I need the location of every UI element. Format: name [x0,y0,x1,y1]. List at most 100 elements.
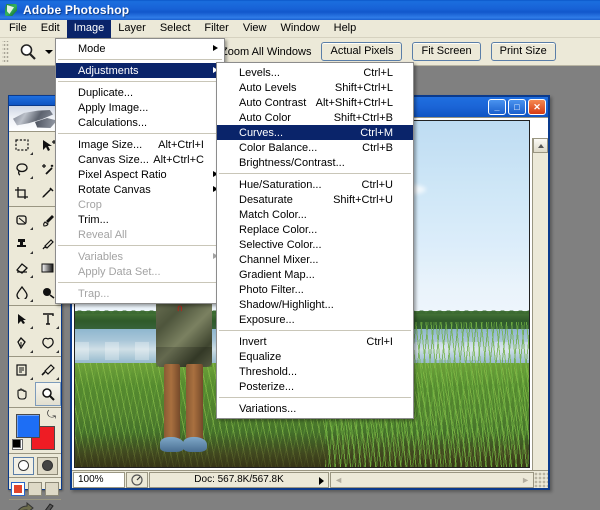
scroll-up-arrow-icon[interactable] [533,138,548,153]
eyedropper-icon[interactable] [35,358,61,382]
menu-item-accelerator: Ctrl+U [361,178,393,191]
menu-item-label: Levels... [239,66,280,79]
fit-screen-button[interactable]: Fit Screen [412,42,481,61]
triangle-right-icon[interactable] [319,476,325,485]
type-icon[interactable] [35,307,61,331]
default-colors-icon[interactable] [12,439,23,450]
menu-item-trim[interactable]: Trim... [56,212,224,227]
menu-item-label: Equalize [239,350,282,363]
menu-item-apply-image[interactable]: Apply Image... [56,100,224,115]
hand-icon[interactable] [9,382,35,406]
preview-thumbnail-icon[interactable] [126,471,148,488]
menu-layer[interactable]: Layer [111,20,153,38]
menu-item-channel-mixer[interactable]: Channel Mixer... [217,252,413,267]
menu-item-selective-color[interactable]: Selective Color... [217,237,413,252]
menu-help[interactable]: Help [327,20,364,38]
menu-item-accelerator: Ctrl+M [360,126,393,139]
imageready-icon[interactable] [39,502,55,510]
menu-image[interactable]: Image [66,19,112,38]
menu-item-label: Posterize... [239,380,295,393]
jump-to-imageready-icon[interactable] [15,501,35,510]
vertical-scrollbar[interactable] [532,138,548,472]
healing-brush-icon[interactable] [9,208,35,232]
crop-icon[interactable] [9,181,35,205]
notes-icon[interactable] [9,358,35,382]
print-size-button[interactable]: Print Size [490,42,556,61]
quick-mask-mode-icon[interactable] [36,456,58,475]
menu-item-gradient-map[interactable]: Gradient Map... [217,267,413,282]
shape-custom-icon[interactable] [35,331,61,355]
menu-select[interactable]: Select [153,20,198,38]
menu-item-exposure[interactable]: Exposure... [217,312,413,327]
standard-screen-mode-icon[interactable] [11,481,25,496]
maximize-button[interactable]: □ [508,99,526,115]
menu-item-match-color[interactable]: Match Color... [217,207,413,222]
menu-item-calculations[interactable]: Calculations... [56,115,224,130]
swap-colors-icon[interactable]: ⤿ [47,410,56,421]
zoom-magnifier-icon[interactable] [35,382,61,406]
clone-stamp-icon[interactable] [9,232,35,256]
menu-item-auto-levels[interactable]: Auto Levels Shift+Ctrl+L [217,80,413,95]
scroll-left-arrow-icon[interactable]: ◄ [334,475,343,485]
flyout-triangle-icon [30,251,33,254]
minimize-button[interactable]: _ [488,99,506,115]
menu-item-pixel-aspect-ratio[interactable]: Pixel Aspect Ratio [56,167,224,182]
pen-icon[interactable] [9,331,35,355]
menu-window[interactable]: Window [274,20,327,38]
menu-item-accelerator: Ctrl+I [366,335,393,348]
menu-item-curves[interactable]: Curves... Ctrl+M [217,125,413,140]
full-screen-with-menubar-icon[interactable] [28,481,42,496]
marquee-rectangular-icon[interactable] [9,133,35,157]
menu-item-photo-filter[interactable]: Photo Filter... [217,282,413,297]
menu-item-replace-color[interactable]: Replace Color... [217,222,413,237]
menu-item-color-balance[interactable]: Color Balance... Ctrl+B [217,140,413,155]
menu-item-image-size[interactable]: Image Size... Alt+Ctrl+I [56,137,224,152]
menu-item-crop: Crop [56,197,224,212]
menu-item-duplicate[interactable]: Duplicate... [56,85,224,100]
menu-item-auto-contrast[interactable]: Auto Contrast Alt+Shift+Ctrl+L [217,95,413,110]
eraser-icon[interactable] [9,256,35,280]
menu-item-variations[interactable]: Variations... [217,401,413,416]
menu-item-brightness-contrast[interactable]: Brightness/Contrast... [217,155,413,170]
menu-edit[interactable]: Edit [34,20,67,38]
menu-item-levels[interactable]: Levels... Ctrl+L [217,65,413,80]
path-selection-icon[interactable] [9,307,35,331]
flyout-triangle-icon [30,227,33,230]
options-bar-grip[interactable] [2,40,9,63]
resize-grip[interactable] [534,471,548,488]
blur-icon[interactable] [9,280,35,304]
lasso-icon[interactable] [9,157,35,181]
menu-filter[interactable]: Filter [197,20,235,38]
menu-item-accelerator: Alt+Shift+Ctrl+L [315,96,393,109]
application-titlebar: Adobe Photoshop [0,0,600,20]
menu-item-auto-color[interactable]: Auto Color Shift+Ctrl+B [217,110,413,125]
menu-item-mode[interactable]: Mode [56,41,224,56]
horizontal-scroll-area[interactable]: ◄ ► [330,471,534,488]
menu-view[interactable]: View [236,20,274,38]
menu-item-shadow-highlight[interactable]: Shadow/Highlight... [217,297,413,312]
toolbox-titlebar[interactable] [9,96,61,106]
zoom-level-field[interactable]: 100% [73,471,125,488]
menu-item-posterize[interactable]: Posterize... [217,379,413,394]
photoshop-window: Adobe Photoshop File Edit Image Layer Se… [0,0,600,510]
menu-item-rotate-canvas[interactable]: Rotate Canvas [56,182,224,197]
menu-item-adjustments[interactable]: Adjustments [56,63,224,78]
menu-item-canvas-size[interactable]: Canvas Size... Alt+Ctrl+C [56,152,224,167]
menu-item-threshold[interactable]: Threshold... [217,364,413,379]
full-screen-mode-icon[interactable] [45,481,59,496]
standard-mode-icon[interactable] [12,456,34,475]
photo-person-logo: Ո [177,305,183,313]
menu-separator [219,173,411,174]
menu-item-invert[interactable]: Invert Ctrl+I [217,334,413,349]
chevron-down-icon[interactable] [43,41,55,63]
menu-file[interactable]: File [2,20,34,38]
menu-item-hue-saturation[interactable]: Hue/Saturation... Ctrl+U [217,177,413,192]
zoom-magnifier-icon[interactable] [13,40,43,64]
menu-item-desaturate[interactable]: Desaturate Shift+Ctrl+U [217,192,413,207]
close-button[interactable]: ✕ [528,99,546,115]
actual-pixels-button[interactable]: Actual Pixels [321,42,403,61]
scroll-right-arrow-icon[interactable]: ► [521,475,530,485]
menu-item-equalize[interactable]: Equalize [217,349,413,364]
document-size-status[interactable]: Doc: 567.8K/567.8K [149,471,330,488]
foreground-color-swatch[interactable] [16,414,40,438]
